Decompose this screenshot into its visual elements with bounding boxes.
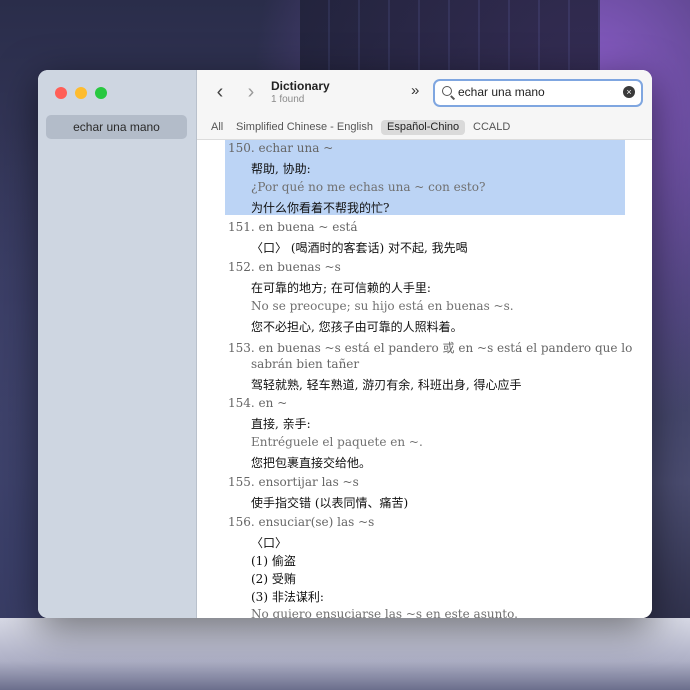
chevron-right-icon: › xyxy=(247,81,255,103)
tab-ccald[interactable]: CCALD xyxy=(473,120,510,135)
main-pane: ‹ › Dictionary 1 found » × All Simplifie… xyxy=(197,70,652,618)
window-controls xyxy=(55,87,107,99)
toolbar: ‹ › Dictionary 1 found » × xyxy=(197,70,652,114)
entry-155-heading: 155. ensortijar las ~s xyxy=(228,475,359,489)
entry-or-word: 或 xyxy=(442,341,455,355)
entry-152-definition: 在可靠的地方; 在可信赖的人手里: xyxy=(251,281,431,295)
results-count: 1 found xyxy=(271,94,305,105)
entry-number: 151. xyxy=(228,220,255,234)
entry-156-register-tag: 〈口〉 xyxy=(251,536,288,550)
entry-150-example: ¿Por qué no me echas una ~ con esto? xyxy=(251,180,486,194)
entry-152-example: No se preocupe; su hijo está en buenas ~… xyxy=(251,299,514,313)
entry-number: 156. xyxy=(228,515,255,529)
entry-154-definition: 直接, 亲手: xyxy=(251,417,311,431)
entry-headword: ensuciar(se) las ~s xyxy=(258,515,375,529)
chevron-left-icon: ‹ xyxy=(216,81,224,103)
forward-button[interactable]: › xyxy=(243,82,259,102)
background-building xyxy=(300,0,600,70)
sidebar: echar una mano xyxy=(38,70,197,618)
search-field[interactable]: × xyxy=(433,79,643,107)
entry-153-definition: 驾轻就熟, 轻车熟道, 游刃有余, 科班出身, 得心应手 xyxy=(251,378,522,392)
entry-number: 155. xyxy=(228,475,255,489)
entry-headword-variant: en ~s está el pandero que lo xyxy=(458,341,633,355)
tab-simplified-chinese-english[interactable]: Simplified Chinese - English xyxy=(236,120,373,135)
background-floor xyxy=(0,618,690,690)
entry-155-definition: 使手指交错 (以表同情、痛苦) xyxy=(251,496,409,510)
clear-icon[interactable]: × xyxy=(623,86,635,98)
dictionary-tabs: All Simplified Chinese - English Español… xyxy=(197,114,652,140)
entry-headword: echar una ~ xyxy=(258,141,334,155)
sidebar-item-echar-una-mano[interactable]: echar una mano xyxy=(46,115,187,139)
entry-152-heading: 152. en buenas ~s xyxy=(228,260,341,274)
entry-154-example: Entréguele el paquete en ~. xyxy=(251,435,423,449)
entry-150-translation: 为什么你看着不帮我的忙? xyxy=(251,201,390,215)
tab-all[interactable]: All xyxy=(211,120,223,135)
entry-154-heading: 154. en ~ xyxy=(228,396,287,410)
tab-espanol-chino[interactable]: Español-Chino xyxy=(381,120,466,135)
more-toolbar-button[interactable]: » xyxy=(411,82,419,99)
back-button[interactable]: ‹ xyxy=(212,82,228,102)
entry-156-sense-3: (3) 非法谋利: xyxy=(251,590,324,604)
entry-headword: en buena ~ está xyxy=(258,220,358,234)
minimize-window-button[interactable] xyxy=(75,87,87,99)
entry-156-sense-2: (2) 受贿 xyxy=(251,572,296,586)
entry-151-definition: 〈口〉 (喝酒时的客套话) 对不起, 我先喝 xyxy=(251,241,468,255)
entry-number: 152. xyxy=(228,260,255,274)
entry-151-heading: 151. en buena ~ está xyxy=(228,220,358,234)
entry-number: 153. xyxy=(228,341,255,355)
zoom-window-button[interactable] xyxy=(95,87,107,99)
entry-154-translation: 您把包裹直接交给他。 xyxy=(251,456,372,470)
entry-headword: en buenas ~s xyxy=(258,260,341,274)
entry-content: 150. echar una ~ 帮助, 协助: ¿Por qué no me … xyxy=(197,140,652,618)
entry-number: 154. xyxy=(228,396,255,410)
window-title: Dictionary xyxy=(271,79,330,93)
entry-152-translation: 您不必担心, 您孩子由可靠的人照料着。 xyxy=(251,320,463,334)
search-icon xyxy=(442,86,452,96)
entry-headword: ensortijar las ~s xyxy=(258,475,359,489)
entry-headword: en buenas ~s está el pandero xyxy=(258,341,439,355)
entry-number: 150. xyxy=(228,141,255,155)
double-chevron-right-icon: » xyxy=(411,82,420,99)
entry-156-example: No quiero ensuciarse las ~s en este asun… xyxy=(251,607,518,618)
entry-150-definition: 帮助, 协助: xyxy=(251,162,311,176)
close-window-button[interactable] xyxy=(55,87,67,99)
entry-153-heading-continued: sabrán bien tañer xyxy=(251,357,360,371)
search-input[interactable] xyxy=(458,82,618,102)
dictionary-window: echar una mano ‹ › Dictionary 1 found » … xyxy=(38,70,652,618)
entry-153-heading: 153. en buenas ~s está el pandero 或 en ~… xyxy=(228,339,632,356)
entry-156-sense-1: (1) 偷盗 xyxy=(251,554,296,568)
entry-150-heading: 150. echar una ~ xyxy=(228,141,333,155)
entry-156-heading: 156. ensuciar(se) las ~s xyxy=(228,515,374,529)
entry-headword: en ~ xyxy=(258,396,288,410)
